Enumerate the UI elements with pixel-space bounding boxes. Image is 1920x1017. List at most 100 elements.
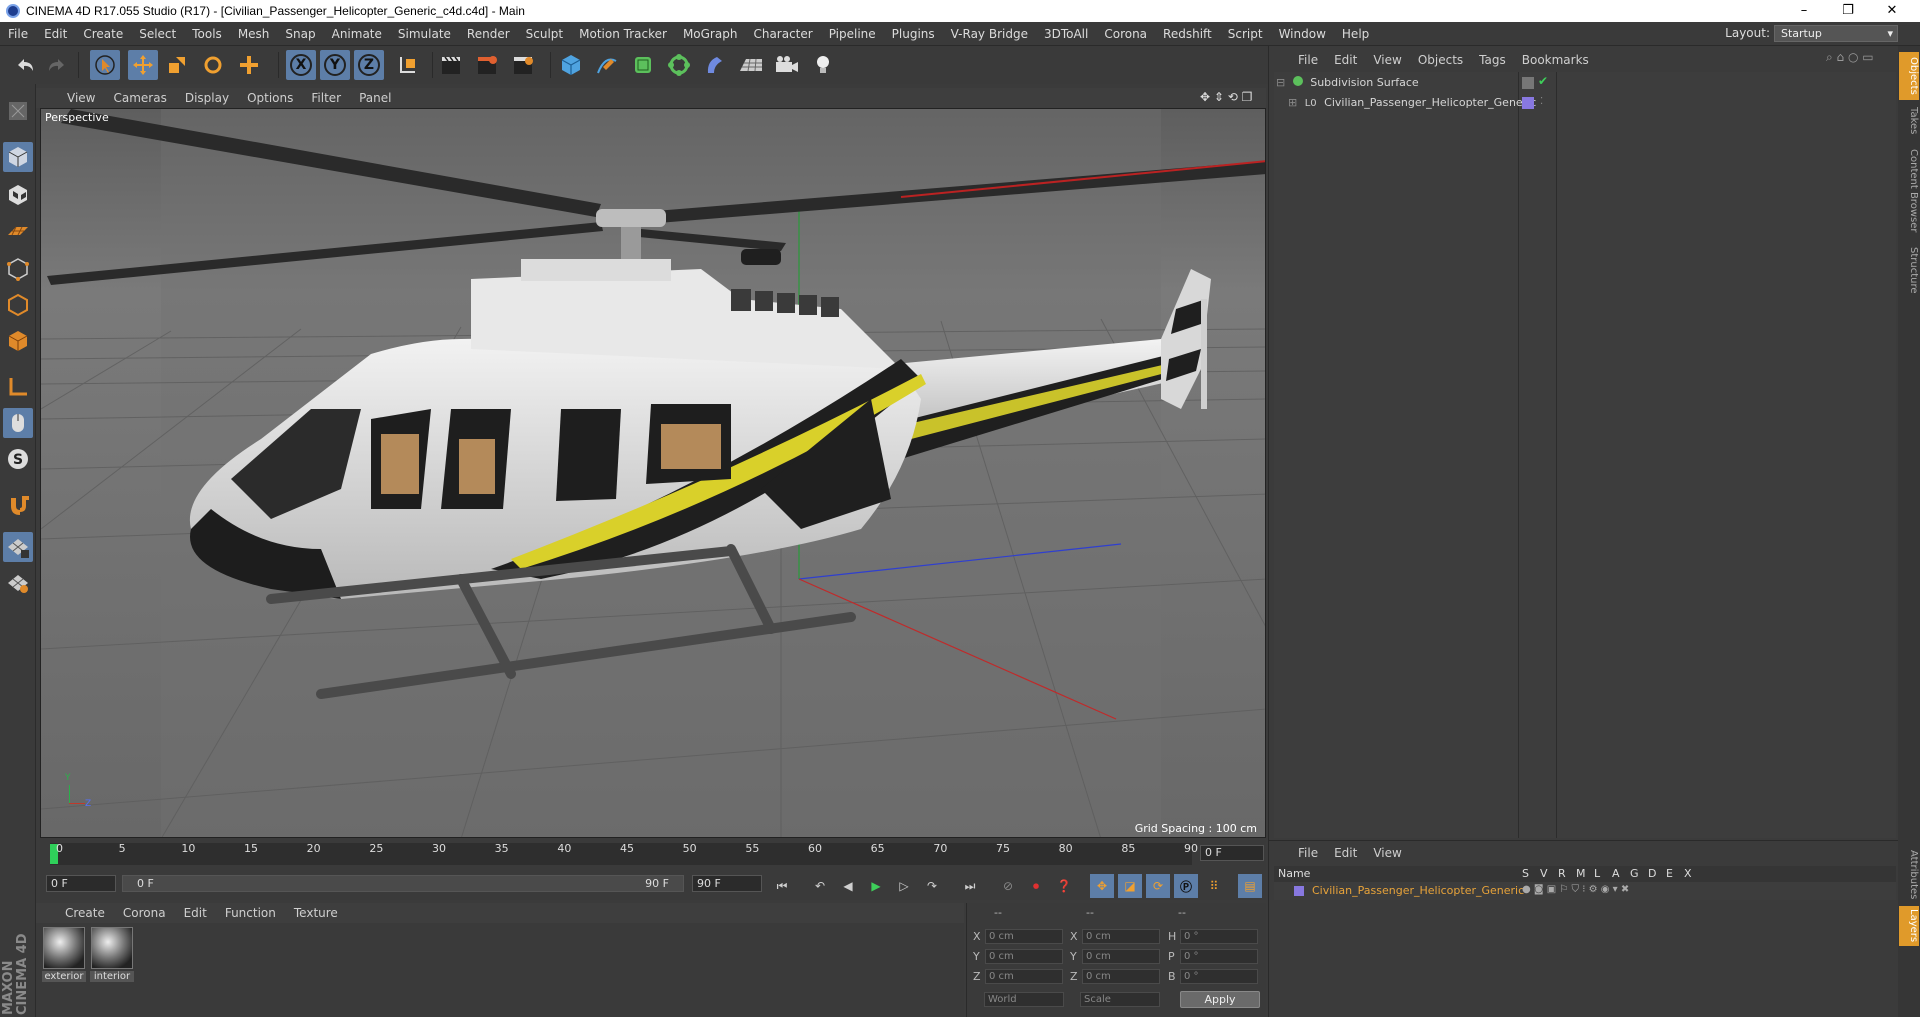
rotation-p-field[interactable]: 0 ° [1180, 949, 1258, 964]
previous-frame-button[interactable]: ◀ [836, 874, 860, 898]
render-picture-viewer-button[interactable] [472, 50, 502, 80]
object-menu-objects[interactable]: Objects [1410, 53, 1471, 67]
y-axis-button[interactable]: Y [320, 50, 350, 80]
material-menu-corona[interactable]: Corona [114, 906, 175, 920]
menu-create[interactable]: Create [75, 27, 131, 41]
points-mode-button[interactable] [3, 254, 33, 284]
enable-axis-button[interactable] [3, 372, 33, 402]
live-selection-button[interactable] [90, 50, 120, 80]
workplane-button[interactable] [3, 216, 33, 246]
frame-range-slider[interactable]: 0 F 90 F [122, 875, 684, 892]
tab-takes[interactable]: Takes [1899, 104, 1919, 138]
render-view-button[interactable] [436, 50, 466, 80]
coordinate-mode-dropdown[interactable]: World [984, 992, 1064, 1007]
play-button[interactable]: ▶ [864, 874, 888, 898]
material-menu-create[interactable]: Create [56, 906, 114, 920]
maximize-button[interactable]: ❐ [1826, 0, 1870, 22]
edges-mode-button[interactable] [3, 290, 33, 320]
material-swatch-exterior[interactable]: exterior [42, 927, 86, 982]
menu-simulate[interactable]: Simulate [390, 27, 459, 41]
render-settings-button[interactable] [508, 50, 538, 80]
menu-select[interactable]: Select [131, 27, 184, 41]
tab-objects[interactable]: Objects [1899, 52, 1919, 100]
current-frame-field[interactable]: 0 F [1200, 845, 1264, 861]
menu-corona[interactable]: Corona [1096, 27, 1155, 41]
move-tool-button[interactable] [128, 50, 158, 80]
perspective-viewport[interactable]: Perspective Grid Spacing : 100 cm Y Z [40, 108, 1266, 838]
minimize-button[interactable]: – [1782, 0, 1826, 22]
viewport-menu-filter[interactable]: Filter [302, 91, 350, 105]
model-mode-button[interactable] [3, 142, 33, 172]
key-scale-button[interactable]: ◪ [1118, 874, 1142, 898]
layout-dropdown[interactable]: Startup ▾ [1774, 25, 1898, 42]
start-frame-field[interactable]: 0 F [46, 875, 116, 892]
recent-tool-button[interactable] [234, 50, 264, 80]
cube-object-button[interactable] [556, 50, 586, 80]
object-row-subdivision-surface[interactable]: ⊟ Subdivision Surface [1276, 74, 1556, 92]
menu-help[interactable]: Help [1334, 27, 1377, 41]
layer-menu-file[interactable]: File [1290, 846, 1326, 860]
viewport-menu-options[interactable]: Options [238, 91, 302, 105]
transform-mode-dropdown[interactable]: Scale [1080, 992, 1160, 1007]
viewport-menu-panel[interactable]: Panel [350, 91, 400, 105]
apply-button[interactable]: Apply [1180, 991, 1260, 1008]
end-frame-field[interactable]: 90 F [692, 875, 762, 892]
menu-3dtoall[interactable]: 3DToAll [1036, 27, 1096, 41]
material-swatch-interior[interactable]: interior [90, 927, 134, 982]
object-menu-view[interactable]: View [1365, 53, 1409, 67]
editor-visibility-toggle[interactable] [1522, 77, 1534, 89]
rotation-h-field[interactable]: 0 ° [1180, 929, 1258, 944]
material-menu-function[interactable]: Function [216, 906, 285, 920]
snap-button[interactable]: S [3, 444, 33, 474]
size-x-field[interactable]: 0 cm [1082, 929, 1160, 944]
key-parameter-button[interactable]: Ⓟ [1174, 874, 1198, 898]
size-z-field[interactable]: 0 cm [1082, 969, 1160, 984]
enabled-check-icon[interactable]: ✔ [1538, 74, 1548, 88]
menu-redshift[interactable]: Redshift [1155, 27, 1220, 41]
menu-animate[interactable]: Animate [324, 27, 390, 41]
scale-tool-button[interactable] [162, 50, 192, 80]
tweak-mode-button[interactable] [3, 408, 33, 438]
array-object-button[interactable] [664, 50, 694, 80]
floor-object-button[interactable] [736, 50, 766, 80]
close-button[interactable]: ✕ [1870, 0, 1914, 22]
menu-edit[interactable]: Edit [36, 27, 75, 41]
menu-sculpt[interactable]: Sculpt [518, 27, 571, 41]
key-rotation-button[interactable]: ⟳ [1146, 874, 1170, 898]
collapse-icon[interactable]: ⊟ [1276, 76, 1285, 89]
undo-button[interactable] [10, 50, 40, 80]
previous-key-button[interactable]: ↶ [808, 874, 832, 898]
tab-layers[interactable]: Layers [1899, 906, 1919, 946]
subdivision-surface-button[interactable] [628, 50, 658, 80]
menu-character[interactable]: Character [745, 27, 820, 41]
tab-attributes[interactable]: Attributes [1899, 846, 1919, 904]
menu-vray-bridge[interactable]: V-Ray Bridge [943, 27, 1036, 41]
viewport-nav-icons[interactable]: ✥ ⇕ ⟲ ❐ [1200, 90, 1264, 106]
layer-color-swatch[interactable] [1294, 886, 1304, 896]
tab-structure[interactable]: Structure [1899, 244, 1919, 296]
object-menu-file[interactable]: File [1290, 53, 1326, 67]
material-menu-edit[interactable]: Edit [175, 906, 216, 920]
menu-file[interactable]: File [0, 27, 36, 41]
next-key-button[interactable]: ↷ [920, 874, 944, 898]
record-active-button[interactable]: ⊘ [996, 874, 1020, 898]
redo-button[interactable] [42, 50, 72, 80]
next-frame-button[interactable]: ▷ [892, 874, 916, 898]
object-menu-bookmarks[interactable]: Bookmarks [1514, 53, 1597, 67]
go-to-end-button[interactable]: ⏭ [958, 874, 982, 898]
menu-script[interactable]: Script [1220, 27, 1271, 41]
menu-mesh[interactable]: Mesh [230, 27, 278, 41]
layer-toggle-icons[interactable]: ● ◙ ▣ ⚐ ⛉ ⁝ ⚙ ◉ ▾ ✖ [1522, 884, 1629, 895]
rotation-b-field[interactable]: 0 ° [1180, 969, 1258, 984]
object-row-helicopter[interactable]: ⊞ L0 Civilian_Passenger_Helicopter_Gener… [1276, 94, 1556, 112]
texture-mode-button[interactable] [3, 180, 33, 210]
magnet-button[interactable] [3, 490, 33, 520]
lock-workplane-button[interactable] [3, 532, 33, 562]
z-axis-button[interactable]: Z [354, 50, 384, 80]
expand-icon[interactable]: ⊞ [1288, 96, 1297, 109]
layer-row[interactable]: Civilian_Passenger_Helicopter_Generic ● … [1274, 882, 1896, 900]
planar-workplane-button[interactable] [3, 568, 33, 598]
coordinate-system-button[interactable] [392, 50, 422, 80]
layer-menu-view[interactable]: View [1365, 846, 1409, 860]
pen-spline-button[interactable] [592, 50, 622, 80]
